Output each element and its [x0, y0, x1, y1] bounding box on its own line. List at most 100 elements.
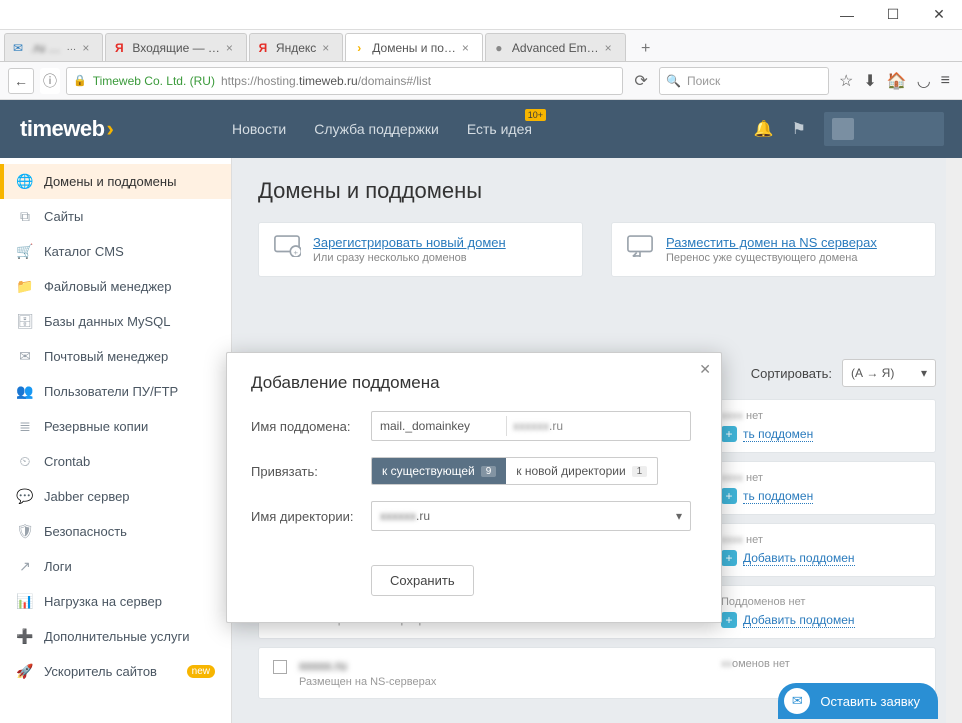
star-icon[interactable]: ☆ [839, 71, 853, 91]
nav-idea[interactable]: Есть идея 10+ [467, 117, 532, 141]
sidebar-item-label: Дополнительные услуги [44, 629, 189, 644]
user-chip[interactable] [824, 112, 944, 146]
sidebar-item-label: Базы данных MySQL [44, 314, 171, 329]
chart-icon: 📊 [16, 593, 34, 610]
sidebar-item-mail[interactable]: ✉Почтовый менеджер [0, 339, 231, 374]
reload-button[interactable]: ⟳ [629, 69, 653, 93]
tab-3[interactable]: › Домены и по… × [345, 33, 483, 61]
modal-add-subdomain: ✕ Добавление поддомена Имя поддомена: xx… [226, 352, 722, 623]
window-maximize[interactable]: ☐ [870, 0, 916, 30]
window-root: — ☐ ✕ ✉ .ru … … × Я Входящие — … × Я Янд… [0, 0, 962, 723]
nav-links: Новости Служба поддержки Есть идея 10+ [232, 117, 532, 141]
sidebar-item-jabber[interactable]: 💬Jabber сервер [0, 479, 231, 514]
yandex-icon: Я [256, 41, 270, 55]
close-icon[interactable]: × [605, 41, 619, 55]
sidebar-item-sites[interactable]: ⧉Сайты [0, 199, 231, 234]
plus-icon: ➕ [16, 628, 34, 645]
lock-icon: 🔒 [73, 74, 87, 87]
new-tab-button[interactable]: + [634, 37, 658, 61]
flag-icon[interactable]: ⚑ [792, 119, 806, 139]
info-button[interactable]: ⓘ [40, 68, 60, 94]
no-subdomains: Поддоменов нет [721, 596, 921, 608]
sort-select[interactable]: (А → Я) ▾ [842, 359, 936, 387]
sidebar-item-crontab[interactable]: ⏲Crontab [0, 444, 231, 479]
nav-news[interactable]: Новости [232, 117, 286, 141]
close-icon[interactable]: × [82, 41, 96, 55]
sidebar-item-logs[interactable]: ↗Логи [0, 549, 231, 584]
bind-existing[interactable]: к существующей 9 [372, 458, 506, 484]
home-icon[interactable]: 🏠 [887, 71, 907, 91]
add-sub-link: Добавить поддомен [743, 551, 855, 566]
add-subdomain[interactable]: +Добавить поддомен [721, 550, 921, 566]
label-bind: Привязать: [251, 464, 359, 479]
subdomain-input[interactable] [380, 419, 500, 433]
shield-icon: 🛡 [16, 523, 34, 540]
backup-icon: ≣ [16, 418, 34, 435]
mail-icon: ✉ [16, 348, 34, 365]
chevron-icon: › [107, 116, 114, 142]
card-register[interactable]: + Зарегистрировать новый домен Или сразу… [258, 222, 583, 277]
ticket-button[interactable]: ✉ Оставить заявку [778, 683, 938, 719]
sidebar-item-domains[interactable]: 🌐Домены и поддомены [0, 164, 231, 199]
sidebar-item-cms[interactable]: 🛒Каталог CMS [0, 234, 231, 269]
bind-new[interactable]: к новой директории 1 [506, 458, 657, 484]
sidebar-item-load[interactable]: 📊Нагрузка на сервер [0, 584, 231, 619]
sidebar-item-mysql[interactable]: 🗄Базы данных MySQL [0, 304, 231, 339]
sidebar-item-backup[interactable]: ≣ Резервные копии [0, 409, 231, 444]
brand-logo[interactable]: timeweb› [0, 116, 232, 142]
subdomain-input-wrap: xxxxxx .ru [371, 411, 691, 441]
plus-icon: + [721, 426, 737, 442]
url-box[interactable]: 🔒 Timeweb Co. Ltd. (RU) https://hosting.… [66, 67, 623, 95]
mail-icon: ✉ [11, 41, 25, 55]
top-nav: timeweb› Новости Служба поддержки Есть и… [0, 100, 962, 158]
save-button[interactable]: Сохранить [371, 565, 474, 596]
no-subdomains: xxxx нет [721, 410, 921, 422]
sidebar-item-speed[interactable]: 🚀Ускоритель сайтовnew [0, 654, 231, 689]
label-dir: Имя директории: [251, 509, 359, 524]
idea-badge: 10+ [525, 109, 546, 121]
add-subdomain[interactable]: +Добавить поддомен [721, 612, 921, 628]
timeweb-icon: › [352, 41, 366, 55]
back-button[interactable]: ← [8, 68, 34, 94]
notifications-icon[interactable]: 🔔 [754, 119, 774, 139]
add-subdomain[interactable]: +ть поддомен [721, 488, 921, 504]
close-icon[interactable]: × [322, 41, 336, 55]
tab-0[interactable]: ✉ .ru … … × [4, 33, 103, 61]
sidebar-item-extras[interactable]: ➕ Дополнительные услуги [0, 619, 231, 654]
card-ns[interactable]: Разместить домен на NS серверах Перенос … [611, 222, 936, 277]
close-icon[interactable]: × [462, 41, 476, 55]
card-link[interactable]: Разместить домен на NS серверах [666, 235, 877, 250]
modal-close[interactable]: ✕ [695, 357, 715, 382]
checkbox[interactable] [273, 660, 287, 674]
tab-4[interactable]: ● Advanced Em… × [485, 33, 626, 61]
sidebar-item-label: Резервные копии [44, 419, 148, 434]
window-minimize[interactable]: — [824, 0, 870, 30]
ticket-label: Оставить заявку [820, 694, 920, 709]
sidebar-item-files[interactable]: 📁Файловый менеджер [0, 269, 231, 304]
card-link[interactable]: Зарегистрировать новый домен [313, 235, 506, 250]
chevron-down-icon: ▾ [921, 366, 927, 380]
nav-support[interactable]: Служба поддержки [314, 117, 439, 141]
bind-toggle: к существующей 9 к новой директории 1 [371, 457, 658, 485]
menu-icon[interactable]: ≡ [941, 72, 950, 90]
sites-icon: ⧉ [16, 208, 34, 225]
directory-select[interactable]: xxxxxx.ru ▾ [371, 501, 691, 531]
domain-suffix: xxxxxx [513, 419, 549, 433]
add-subdomain[interactable]: +ть поддомен [721, 426, 921, 442]
search-placeholder: Поиск [687, 74, 720, 88]
folder-icon: 📁 [16, 278, 34, 295]
close-icon[interactable]: × [226, 41, 240, 55]
download-icon[interactable]: ⬇ [863, 71, 876, 91]
tab-1[interactable]: Я Входящие — … × [105, 33, 247, 61]
search-box[interactable]: 🔍 Поиск [659, 67, 829, 95]
window-close[interactable]: ✕ [916, 0, 962, 30]
svg-text:+: + [294, 248, 299, 257]
tab-label: Входящие — … [132, 41, 220, 55]
sidebar-item-users[interactable]: 👥Пользователи ПУ/FTP [0, 374, 231, 409]
tab-bar: ✉ .ru … … × Я Входящие — … × Я Яндекс × … [0, 30, 962, 62]
pocket-icon[interactable]: ◡ [917, 71, 931, 91]
sidebar-item-security[interactable]: 🛡Безопасность [0, 514, 231, 549]
tab-2[interactable]: Я Яндекс × [249, 33, 343, 61]
row-subdomain: Имя поддомена: xxxxxx .ru [251, 411, 697, 441]
domain-hosted: Размещен на NS-серверах [299, 676, 709, 688]
